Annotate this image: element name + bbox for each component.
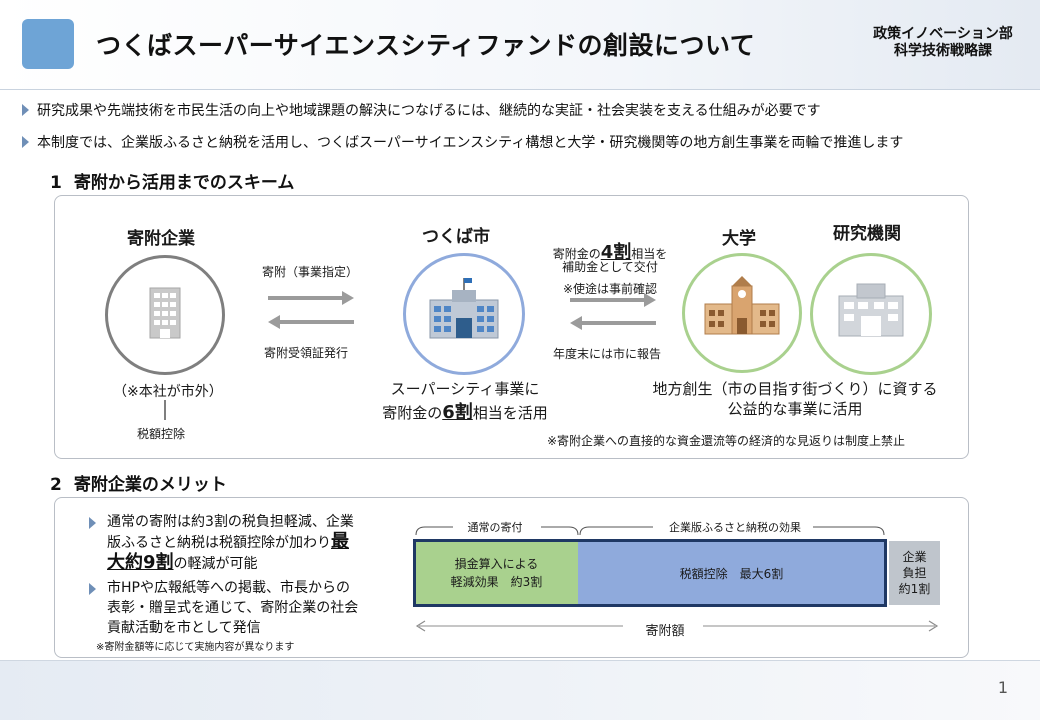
city-desc-line-1: スーパーシティ事業に [390, 380, 540, 398]
grant-line-2: 補助金として交付 [562, 260, 658, 274]
page-title: つくばスーパーサイエンスシティファンドの創設について [96, 31, 756, 60]
disclaimer: ※寄附企業への直接的な資金還流等の経済的な見返りは制度上禁止 [547, 434, 906, 448]
office-building-icon [149, 287, 181, 339]
university-building-icon [704, 276, 780, 335]
intro-bullet-1: 研究成果や先端技術を市民生活の向上や地域課題の解決につなげるには、継続的な実証・… [22, 100, 821, 120]
max-reduction-emphasis: 大約9割 [107, 552, 174, 573]
logo-square [22, 19, 74, 69]
tax-deduction-label: 税額控除 [137, 427, 186, 441]
report-label: 年度末には市に報告 [553, 347, 662, 361]
bar-segment-burden: 企業 負担 約1割 [889, 541, 940, 605]
flow-donation-label: 寄附（事業指定） [262, 265, 359, 279]
city-circle [403, 253, 525, 375]
footer-bar [0, 660, 1040, 720]
intro-bullet-2: 本制度では、企業版ふるさと納税を活用し、つくばスーパーサイエンスシティ構想と大学… [22, 132, 903, 152]
university-label: 大学 [722, 229, 756, 249]
merit-note: ※寄附金額等に応じて実施内容が異なります [96, 642, 295, 653]
city-share-emphasis: 6割 [442, 402, 473, 423]
bullet-triangle-icon [89, 517, 96, 529]
regional-desc-line-1: 地方創生（市の目指す街づくり）に資する [652, 380, 938, 398]
header-bar: つくばスーパーサイエンスシティファンドの創設について 政策イノベーション部 科学… [0, 0, 1040, 90]
department-label: 政策イノベーション部 科学技術戦略課 [858, 26, 1028, 60]
connector-line [164, 400, 166, 420]
department-line-1: 政策イノベーション部 [873, 26, 1013, 42]
section-1-heading: 1 寄附から活用までのスキーム [50, 173, 295, 193]
bullet-triangle-icon [22, 136, 29, 148]
axis-label: 寄附額 [645, 624, 685, 639]
city-hall-icon [429, 278, 499, 339]
section-2-heading: 2 寄附企業のメリット [50, 475, 227, 495]
bullet-triangle-icon [89, 583, 96, 595]
city-label: つくば市 [422, 227, 490, 247]
company-note: （※本社が市外） [113, 384, 223, 400]
company-label: 寄附企業 [127, 229, 195, 249]
bullet-triangle-icon [22, 104, 29, 116]
research-building-icon [838, 283, 904, 337]
merit-bullet-2: 市HPや広報紙等への掲載、市長からの 表彰・贈呈式を通じて、寄附企業の社会 貢献… [89, 578, 397, 638]
bar-frame [413, 539, 887, 607]
page-number: 1 [997, 678, 1008, 697]
company-circle [105, 255, 225, 375]
merit-bullet-1: 通常の寄附は約3割の税負担軽減、企業 版ふるさと納税は税額控除が加わり最 大約9… [89, 512, 397, 574]
university-circle [682, 253, 802, 373]
department-line-2: 科学技術戦略課 [894, 43, 992, 59]
brace-label-normal: 通常の寄付 [467, 521, 523, 534]
research-circle [810, 253, 932, 375]
regional-desc-line-2: 公益的な事業に活用 [727, 400, 863, 418]
flow-receipt-label: 寄附受領証発行 [264, 346, 349, 360]
research-label: 研究機関 [833, 224, 901, 244]
brace-label-corporate: 企業版ふるさと納税の効果 [669, 521, 801, 534]
city-desc-line-2: 寄附金の6割相当を活用 [382, 402, 548, 423]
